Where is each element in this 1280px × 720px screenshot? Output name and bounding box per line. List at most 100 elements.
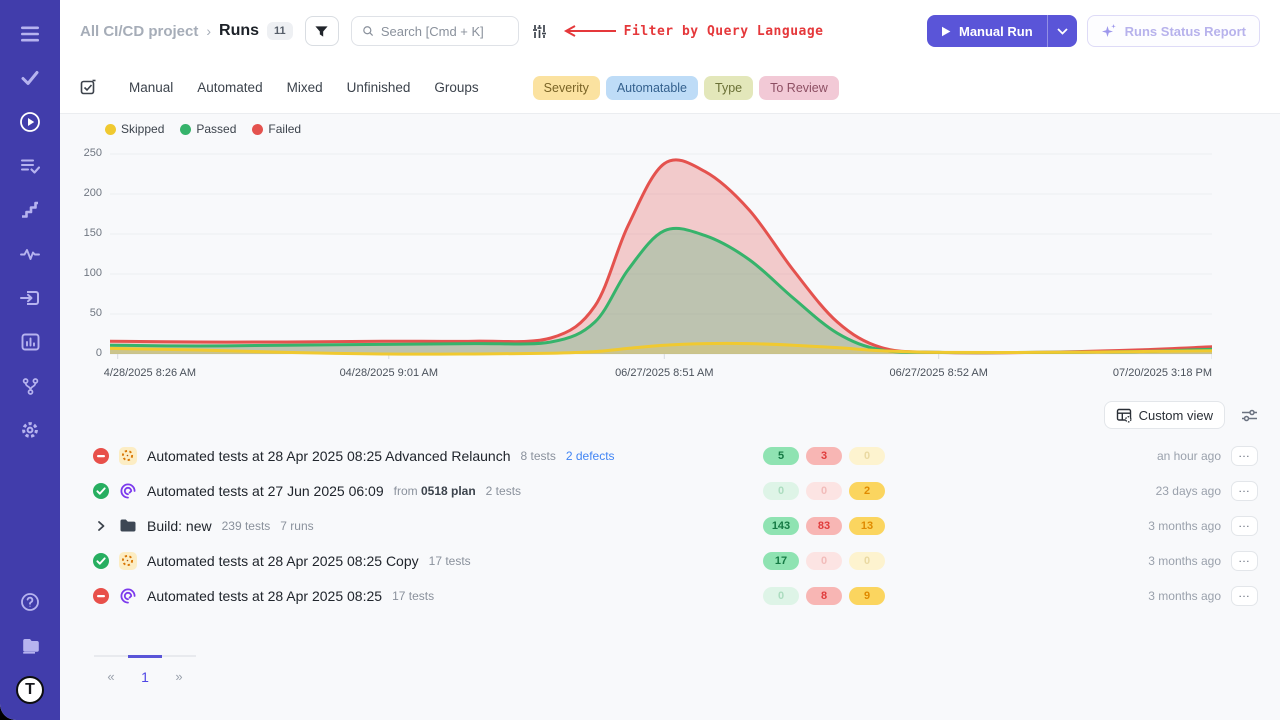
tab-unfinished[interactable]: Unfinished xyxy=(341,76,417,99)
run-title: Automated tests at 28 Apr 2025 08:25 Cop… xyxy=(147,553,419,569)
search-icon xyxy=(362,24,374,38)
count-badge-passed: 5 xyxy=(763,447,799,465)
sidebar-item-plans-icon[interactable] xyxy=(14,150,46,182)
sidebar: T xyxy=(0,0,60,720)
run-status xyxy=(93,448,109,464)
tag-filter-automatable[interactable]: Automatable xyxy=(606,76,698,100)
sidebar-item-projects-icon[interactable] xyxy=(14,630,46,662)
x-axis-tick: 06/27/2025 8:51 AM xyxy=(615,367,713,379)
folder-icon xyxy=(119,518,136,533)
run-row[interactable]: Automated tests at 28 Apr 2025 08:25 17 t… xyxy=(80,578,1260,613)
sidebar-item-steps-icon[interactable] xyxy=(14,194,46,226)
play-icon xyxy=(941,26,951,37)
run-title: Automated tests at 27 Jun 2025 06:09 xyxy=(147,483,384,499)
sidebar-item-import-icon[interactable] xyxy=(14,282,46,314)
legend-item-skipped[interactable]: Skipped xyxy=(105,122,164,136)
sidebar-item-analytics-icon[interactable] xyxy=(14,238,46,270)
sidebar-item-reports-icon[interactable] xyxy=(14,326,46,358)
pagination-page-1[interactable]: 1 xyxy=(128,655,162,685)
manual-run-dropdown-button[interactable] xyxy=(1047,15,1077,47)
sidebar-item-help-icon[interactable] xyxy=(14,586,46,618)
custom-view-button[interactable]: Custom view xyxy=(1104,401,1225,429)
count-badge-skipped: 2 xyxy=(849,482,885,500)
manual-run-button[interactable]: Manual Run xyxy=(927,15,1047,47)
run-status xyxy=(93,588,109,604)
swirl-run-icon xyxy=(119,482,137,500)
sidebar-item-branches-icon[interactable] xyxy=(14,370,46,402)
run-meta: 17 tests xyxy=(392,589,434,603)
run-count-badges: 143 83 13 xyxy=(763,517,891,535)
defects-link[interactable]: 2 defects xyxy=(566,449,615,463)
spark-run-icon xyxy=(119,447,137,465)
count-badge-skipped: 13 xyxy=(849,517,885,535)
tab-mixed[interactable]: Mixed xyxy=(281,76,329,99)
run-type-icon xyxy=(118,552,137,570)
run-row[interactable]: Build: new239 tests7 runs14383133 months… xyxy=(80,508,1260,543)
count-badge-failed: 8 xyxy=(806,587,842,605)
run-title: Automated tests at 28 Apr 2025 08:25 xyxy=(147,588,382,604)
legend-dot-failed xyxy=(252,124,263,135)
y-axis-tick: 250 xyxy=(62,147,102,159)
legend-item-failed[interactable]: Failed xyxy=(252,122,301,136)
pagination-prev-button[interactable]: « xyxy=(94,655,128,685)
pagination-next-button[interactable]: » xyxy=(162,655,196,685)
run-row[interactable]: Automated tests at 28 Apr 2025 08:25 Adv… xyxy=(80,438,1260,473)
app-logo[interactable]: T xyxy=(14,674,46,706)
sidebar-item-menu-icon[interactable] xyxy=(14,18,46,50)
run-time: 3 months ago xyxy=(891,589,1221,603)
legend-dot-passed xyxy=(180,124,191,135)
tag-filter-to-review[interactable]: To Review xyxy=(759,76,839,100)
run-meta-group: 8 tests 2 defects xyxy=(520,449,614,463)
runs-status-report-button[interactable]: Runs Status Report xyxy=(1087,15,1260,47)
run-type-icon xyxy=(118,447,137,465)
query-language-filter-icon[interactable] xyxy=(531,23,548,40)
filter-button[interactable] xyxy=(305,16,339,46)
row-more-button[interactable]: … xyxy=(1231,551,1258,571)
run-meta: 239 tests xyxy=(222,519,271,533)
count-badge-failed: 83 xyxy=(806,517,842,535)
manual-run-label: Manual Run xyxy=(959,24,1033,39)
sidebar-item-runs-icon[interactable] xyxy=(14,106,46,138)
count-badge-passed: 0 xyxy=(763,482,799,500)
tag-filter-severity[interactable]: Severity xyxy=(533,76,600,100)
chevron-down-icon xyxy=(1057,28,1068,35)
row-more-button[interactable]: … xyxy=(1231,586,1258,606)
tag-filter-type[interactable]: Type xyxy=(704,76,753,100)
tab-automated[interactable]: Automated xyxy=(191,76,268,99)
manual-run-split-button: Manual Run xyxy=(927,15,1077,47)
chevron-right-icon[interactable] xyxy=(94,519,108,533)
x-axis-tick: 04/28/2025 9:01 AM xyxy=(340,367,438,379)
y-axis-tick: 50 xyxy=(62,307,102,319)
y-axis-tick: 200 xyxy=(62,187,102,199)
search-box[interactable] xyxy=(351,16,519,46)
list-settings-icon[interactable] xyxy=(1241,408,1258,423)
row-more-button[interactable]: … xyxy=(1231,481,1258,501)
count-badge-passed: 143 xyxy=(763,517,799,535)
annotation-group: Filter by Query Language xyxy=(560,24,824,39)
count-badge-passed: 17 xyxy=(763,552,799,570)
run-count-badges: 089 xyxy=(763,587,891,605)
tab-manual[interactable]: Manual xyxy=(123,76,179,99)
status-passed-icon xyxy=(93,553,109,569)
run-time: an hour ago xyxy=(891,449,1221,463)
row-more-button[interactable]: … xyxy=(1231,446,1258,466)
page-header: All CI/CD project › Runs 11 Filter by Qu… xyxy=(60,0,1280,62)
sidebar-item-settings-icon[interactable] xyxy=(14,414,46,446)
sidebar-item-tests-icon[interactable] xyxy=(14,62,46,94)
funnel-icon xyxy=(314,24,329,39)
run-row[interactable]: Automated tests at 27 Jun 2025 06:09 from… xyxy=(80,473,1260,508)
row-more-button[interactable]: … xyxy=(1231,516,1258,536)
run-time: 3 months ago xyxy=(891,519,1221,533)
legend-item-passed[interactable]: Passed xyxy=(180,122,236,136)
run-row[interactable]: Automated tests at 28 Apr 2025 08:25 Cop… xyxy=(80,543,1260,578)
run-count-badges: 530 xyxy=(763,447,891,465)
bulk-select-icon[interactable] xyxy=(80,79,97,96)
run-meta: from 0518 plan xyxy=(394,484,476,498)
breadcrumb: All CI/CD project › Runs 11 xyxy=(80,22,293,40)
tab-groups[interactable]: Groups xyxy=(428,76,484,99)
legend-label: Passed xyxy=(196,122,236,136)
run-meta: 8 tests xyxy=(520,449,555,463)
sidebar-bottom-icons xyxy=(14,586,46,674)
breadcrumb-project-link[interactable]: All CI/CD project xyxy=(80,23,198,40)
search-input[interactable] xyxy=(381,24,508,39)
